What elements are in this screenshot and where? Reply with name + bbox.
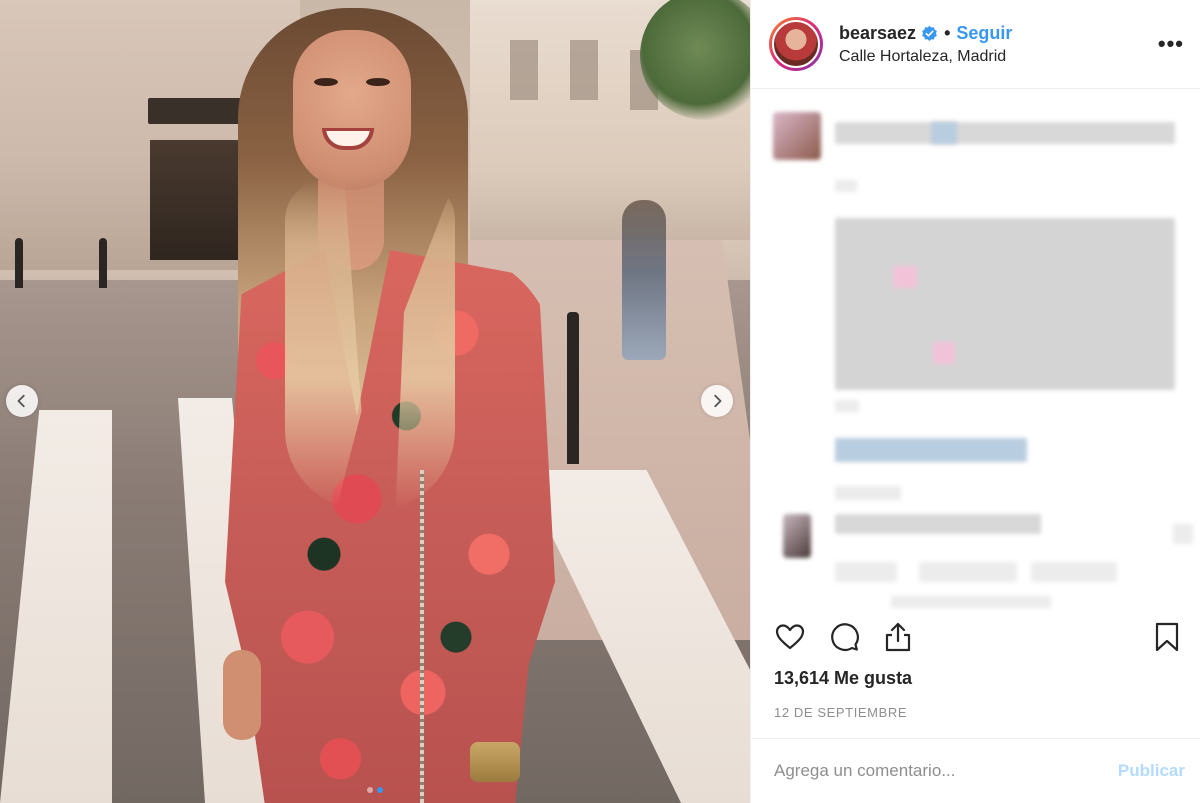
- publish-button[interactable]: Publicar: [1118, 761, 1185, 781]
- carousel-dot-active: [377, 787, 383, 793]
- carousel-indicator: [0, 787, 750, 793]
- pixelated-text: [835, 122, 1175, 144]
- add-comment-bar: Publicar: [751, 738, 1200, 803]
- pixelated-text: [835, 514, 1041, 534]
- carousel-next-button[interactable]: [701, 385, 733, 417]
- heart-icon: [775, 624, 805, 650]
- bollard: [15, 238, 23, 288]
- post-photo[interactable]: [0, 0, 750, 803]
- face: [293, 30, 411, 190]
- follow-button[interactable]: Seguir: [956, 23, 1012, 44]
- background-pedestrian: [622, 200, 666, 360]
- chevron-left-icon: [17, 394, 25, 408]
- save-button[interactable]: [1150, 620, 1184, 654]
- pixelated-text: [1173, 524, 1193, 544]
- eye: [366, 78, 390, 86]
- comments-area-pixelated: [751, 90, 1200, 610]
- likes-count[interactable]: 13,614 Me gusta: [774, 668, 912, 689]
- post-header: bearsaez • Seguir Calle Hortaleza, Madri…: [751, 0, 1200, 89]
- action-bar: [773, 620, 1184, 654]
- comment-button[interactable]: [827, 620, 861, 654]
- pixelated-text: [835, 180, 857, 192]
- header-text: bearsaez • Seguir Calle Hortaleza, Madri…: [839, 23, 1158, 66]
- floral-dress: [225, 250, 555, 803]
- bag-chain: [420, 470, 424, 803]
- bollard: [99, 238, 107, 288]
- avatar[interactable]: [769, 17, 823, 71]
- separator-dot: •: [944, 22, 951, 43]
- comment-icon: [831, 623, 859, 651]
- pixelated-text: [835, 486, 901, 500]
- comment-input[interactable]: [774, 761, 1118, 781]
- wrist-watch: [470, 742, 520, 782]
- header-line: bearsaez • Seguir: [839, 23, 1158, 44]
- window: [570, 40, 598, 100]
- post-sidebar: bearsaez • Seguir Calle Hortaleza, Madri…: [750, 0, 1200, 803]
- verified-badge-icon: [922, 25, 937, 41]
- window: [510, 40, 538, 100]
- pixelated-text: [835, 562, 897, 582]
- more-options-icon[interactable]: •••: [1158, 33, 1184, 55]
- bookmark-icon: [1155, 622, 1179, 652]
- carousel-prev-button[interactable]: [6, 385, 38, 417]
- pixelated-avatar: [773, 112, 821, 160]
- username-link[interactable]: bearsaez: [839, 23, 916, 44]
- pixelated-caption: [835, 218, 1175, 390]
- pixelated-text: [835, 400, 859, 412]
- avatar-image: [772, 20, 820, 68]
- eye: [314, 78, 338, 86]
- pixelated-hashtags: [835, 438, 1027, 462]
- chevron-right-icon: [714, 394, 722, 408]
- share-icon: [885, 622, 911, 652]
- location-link[interactable]: Calle Hortaleza, Madrid: [839, 48, 1158, 66]
- share-button[interactable]: [881, 620, 915, 654]
- pixelated-text: [933, 342, 955, 364]
- pixelated-text: [891, 596, 1051, 608]
- pixelated-text: [893, 266, 917, 288]
- pixelated-avatar: [783, 514, 811, 558]
- pixelated-text: [1031, 562, 1117, 582]
- bollard: [567, 312, 579, 464]
- hand: [223, 650, 261, 740]
- like-button[interactable]: [773, 620, 807, 654]
- carousel-dot: [367, 787, 373, 793]
- post-date[interactable]: 12 DE SEPTIEMBRE: [774, 705, 907, 720]
- pixelated-text: [919, 562, 1017, 582]
- pixelated-text: [931, 122, 957, 144]
